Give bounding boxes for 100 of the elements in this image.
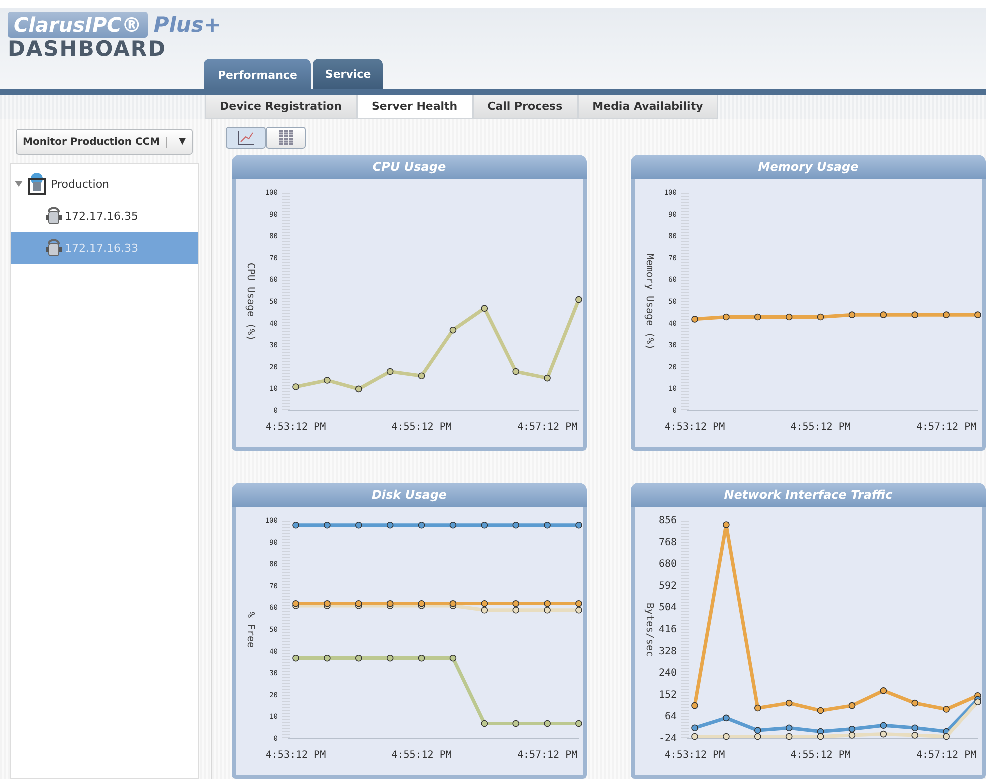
point [848,732,856,739]
point [576,296,582,304]
point [786,724,793,732]
point [418,522,426,529]
point [355,654,362,662]
point [481,305,488,312]
point [692,702,698,710]
point [544,600,551,608]
axis-tick-label: 4:57:12 PM [916,750,977,761]
point [576,522,582,529]
point [324,522,331,529]
point [355,386,362,393]
tree-item-label: 172.17.16.33 [65,242,138,254]
axis-tick-label: 4:55:12 PM [790,422,851,433]
point [817,707,824,714]
server-group-icon [25,173,49,195]
tree-item[interactable]: 172.17.16.35 [11,200,198,232]
point [355,600,362,608]
sub-tab[interactable]: Device Registration [205,95,357,119]
panel-title: Memory Usage [631,155,986,179]
point [880,722,888,730]
tab[interactable]: Performance [204,59,312,89]
line-chart-icon [237,130,255,146]
point [880,730,888,738]
point [512,368,520,376]
sub-tab[interactable]: Call Process [472,95,578,119]
axis-tick-label: 4:55:12 PM [392,750,452,761]
point [324,377,331,384]
point [912,732,919,739]
point [450,326,457,334]
point [723,733,730,740]
axis-tick-label: 240 [658,668,677,680]
axis-tick-label: -24 [658,734,677,744]
axis-tick-label: 4:57:12 PM [517,422,578,433]
server-icon [45,206,63,226]
panel-title: Network Interface Traffic [631,483,986,507]
point [692,724,698,732]
point [786,733,793,740]
point [512,606,520,614]
point [418,372,426,380]
point [450,600,457,608]
axis-tick-label: 4:53:12 PM [266,750,326,761]
point [292,600,300,608]
axis-tick-label: 4:55:12 PM [392,422,452,433]
axis-tick-label: 592 [658,580,677,592]
point [386,600,394,608]
axis-tick-label: 4:57:12 PM [916,422,977,433]
y-axis-title: Bytes/sec [644,602,655,658]
point [912,700,919,707]
panel-title: CPU Usage [232,155,587,179]
point [386,368,394,376]
axis-tick-label: 328 [658,646,677,658]
point [544,374,551,382]
axis-tick-label: 856 [658,516,677,526]
point [292,522,300,529]
point [754,733,762,740]
axis-tick-label: 680 [658,559,677,570]
point [544,522,551,529]
axis-tick-label: 4:57:12 PM [517,750,578,761]
grid-view-button[interactable] [266,127,306,149]
point [450,522,457,529]
tree-item-label: Production [51,178,110,190]
point [512,720,520,728]
point [817,733,824,740]
y-axis-title: % Free [245,612,256,648]
monitor-dropdown[interactable]: Monitor Production CCM ▼ [16,129,193,155]
point [576,600,582,608]
point [974,698,982,706]
point [355,522,362,529]
sub-tab[interactable]: Server Health [357,95,473,119]
y-axis-title: Memory Usage (%) [644,254,655,350]
point [512,522,520,529]
point [481,600,488,608]
sub-tab[interactable]: Media Availability [578,95,718,119]
point [292,384,300,390]
axis-tick-label: 4:53:12 PM [266,422,326,433]
tab[interactable]: Service [313,59,384,89]
axis-tick-label: 416 [658,624,677,636]
chart-view-button[interactable] [226,127,266,149]
point [481,720,488,728]
point [512,600,520,608]
axis-tick-label: 64 [664,712,677,723]
point [576,720,582,728]
point [386,522,394,529]
logo-subtitle: DASHBOARD [8,38,168,60]
point [576,606,582,614]
point [754,704,762,712]
point [418,600,426,608]
expand-arrow-icon[interactable] [15,180,23,188]
point [481,606,488,614]
point [544,720,551,728]
tree-item[interactable]: Production [11,168,198,200]
logo-edition: Plus+ [154,13,222,37]
point [418,654,426,662]
point [848,726,856,733]
axis-tick-label: 4:55:12 PM [790,750,851,761]
panel-title: Disk Usage [232,483,587,507]
point [544,606,551,614]
point [386,654,394,662]
logo-brand: ClarusIPC® [8,12,148,38]
